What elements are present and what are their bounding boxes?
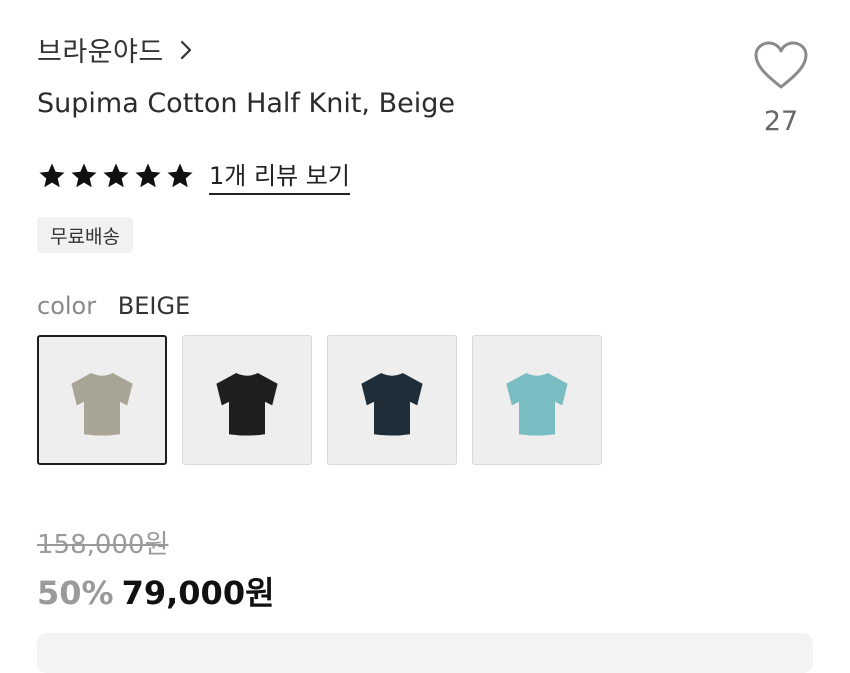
star-icon	[135, 163, 161, 187]
color-swatches	[37, 335, 602, 465]
selected-color-value: BEIGE	[117, 292, 191, 320]
tshirt-thumbnail	[216, 373, 278, 436]
original-price: 158,000원	[37, 530, 169, 560]
star-icon	[167, 163, 193, 187]
rating-row: 1개 리뷰 보기	[37, 156, 350, 195]
color-label: color	[37, 292, 97, 320]
heart-icon[interactable]	[752, 40, 810, 92]
tshirt-thumbnail	[71, 373, 133, 436]
tshirt-thumbnail	[506, 373, 568, 436]
product-title: Supima Cotton Half Knit, Beige	[37, 88, 455, 119]
discount-rate: 50%	[37, 574, 114, 612]
brand-name: 브라운야드	[37, 37, 164, 68]
final-price: 79,000원	[121, 574, 275, 612]
color-swatch-black[interactable]	[182, 335, 312, 465]
price-row: 50% 79,000원	[37, 568, 275, 614]
free-shipping-badge: 무료배송	[37, 217, 133, 253]
star-icon	[71, 163, 97, 187]
review-link[interactable]: 1개 리뷰 보기	[209, 156, 350, 195]
star-icon	[39, 163, 65, 187]
color-swatch-mint[interactable]	[472, 335, 602, 465]
star-rating	[37, 161, 195, 191]
tshirt-thumbnail	[361, 373, 423, 436]
color-swatch-navy[interactable]	[327, 335, 457, 465]
like-count: 27	[763, 106, 799, 137]
brand-link[interactable]: 브라운야드	[37, 30, 194, 69]
color-selector-label: color BEIGE	[37, 292, 190, 320]
chevron-right-icon	[180, 40, 191, 59]
bottom-info-panel	[37, 633, 813, 673]
color-swatch-beige[interactable]	[37, 335, 167, 465]
star-icon	[103, 163, 129, 187]
